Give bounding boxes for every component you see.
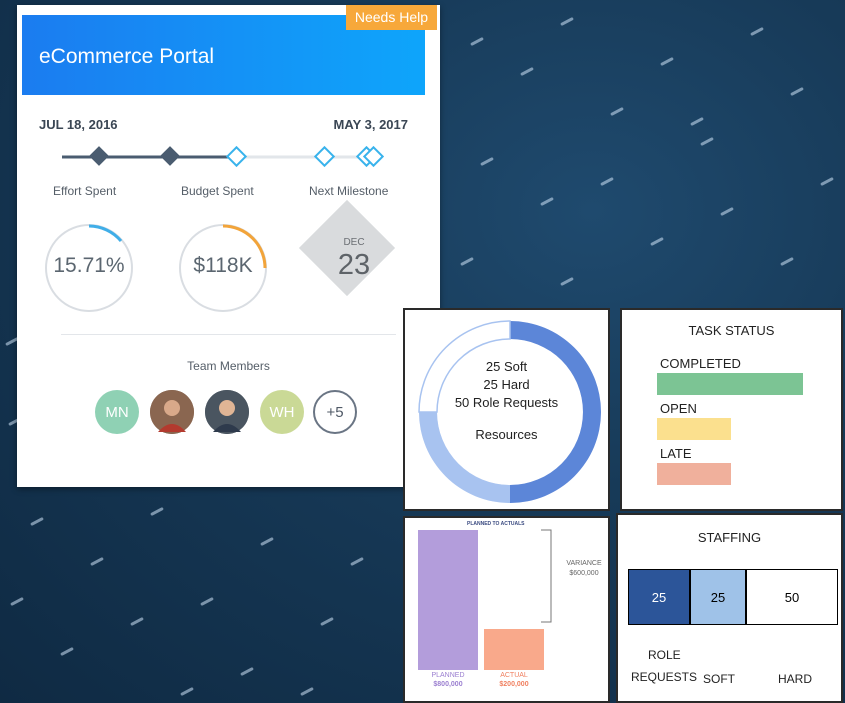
late-label: LATE (660, 446, 692, 461)
completed-bar (657, 373, 803, 395)
soft-label: SOFT (703, 672, 735, 686)
role-label: ROLE (648, 648, 681, 662)
milestone-done-marker (89, 146, 109, 166)
effort-gauge: 15.71% (45, 224, 133, 312)
effort-label: Effort Spent (53, 184, 117, 198)
soft-cell: 25 (690, 569, 746, 625)
more-members-button[interactable]: +5 (313, 390, 357, 434)
actual-label: ACTUAL (500, 672, 528, 679)
resources-label: Resources (475, 427, 538, 442)
planned-actuals-panel: PLANNED TO ACTUALS VARIANCE $600,000 PLA… (403, 516, 610, 703)
project-card[interactable]: eCommerce Portal Needs Help JUL 18, 2016… (17, 5, 440, 487)
avatar-photo[interactable] (150, 390, 194, 434)
effort-arc (88, 224, 123, 243)
late-bar (657, 463, 731, 485)
milestone-upcoming-marker (313, 145, 336, 168)
donut-hard-segment (510, 321, 601, 503)
actual-value: $200,000 (499, 681, 529, 688)
open-label: OPEN (660, 401, 697, 416)
avatar-mn[interactable]: MN (95, 390, 139, 434)
open-bar (657, 418, 731, 440)
team-members-label: Team Members (187, 359, 270, 373)
task-status-title: TASK STATUS (688, 323, 775, 338)
milestone-timeline (62, 145, 385, 168)
planned-actuals-title: PLANNED TO ACTUALS (467, 521, 525, 527)
effort-value: 15.71% (53, 254, 125, 277)
variance-value: $600,000 (569, 570, 599, 577)
user-photo-icon (150, 390, 194, 434)
milestone-month: DEC (343, 237, 365, 248)
variance-label: VARIANCE (566, 560, 602, 567)
donut-soft-segment (419, 412, 510, 503)
hard-cell: 50 (746, 569, 838, 625)
staffing-title: STAFFING (697, 530, 762, 545)
actual-bar (484, 629, 544, 670)
planned-label: PLANNED (431, 672, 465, 679)
soft-count: 25 Soft (485, 359, 528, 374)
end-date: MAY 3, 2017 (333, 117, 408, 132)
staffing-panel: STAFFING 25 25 50 ROLE REQUESTS SOFT HAR… (616, 513, 843, 703)
milestone-upcoming-marker (225, 145, 248, 168)
planned-value: $800,000 (433, 681, 463, 688)
budget-gauge: $118K (179, 224, 267, 312)
start-date: JUL 18, 2016 (39, 117, 118, 132)
requests-label: REQUESTS (631, 670, 698, 684)
user-photo-icon (205, 390, 249, 434)
avatar-photo[interactable] (205, 390, 249, 434)
hard-label: HARD (778, 672, 813, 686)
hard-count: 25 Hard (483, 377, 530, 392)
milestone-day: 23 (337, 249, 371, 281)
divider (61, 334, 396, 335)
task-status-panel: TASK STATUS COMPLETED OPEN LATE (620, 308, 843, 511)
role-requests-count: 50 Role Requests (454, 395, 559, 410)
milestone-label: Next Milestone (309, 184, 389, 198)
budget-value: $118K (193, 254, 253, 277)
role-requests-cell: 25 (628, 569, 690, 625)
project-title[interactable]: eCommerce Portal (39, 45, 214, 69)
milestone-done-marker (160, 146, 180, 166)
completed-label: COMPLETED (660, 356, 741, 371)
planned-bar (418, 530, 478, 670)
status-badge: Needs Help (345, 5, 437, 30)
budget-label: Budget Spent (181, 184, 254, 198)
avatar-wh[interactable]: WH (260, 390, 304, 434)
resources-panel: 25 Soft 25 Hard 50 Role Requests Resourc… (403, 308, 610, 511)
